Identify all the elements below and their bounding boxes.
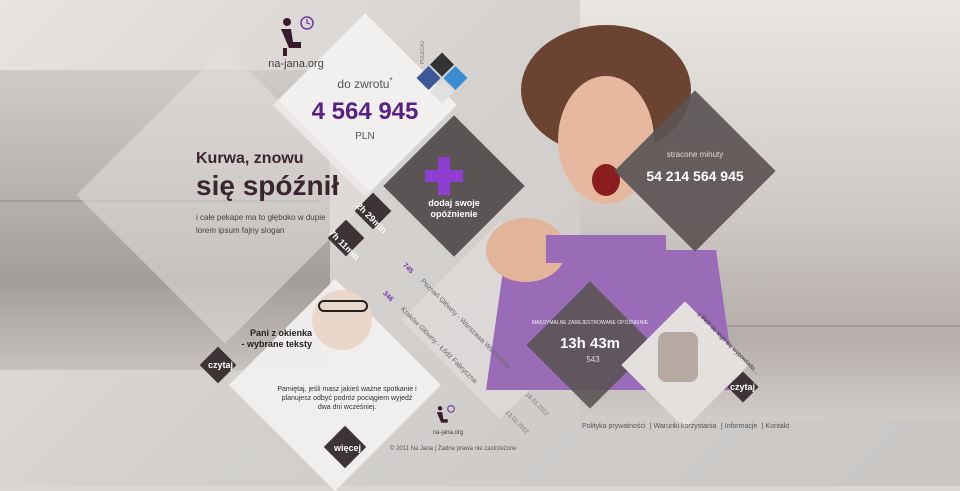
max-delay-label: MAKSYMALNE ZAREJESTROWANE OPÓŹNIENIE (531, 320, 649, 326)
mini-logo-text: na-jana.org (432, 430, 464, 436)
add-delay-line1: dodaj swoje (428, 198, 480, 208)
footer-links: Polityka prywatności | Warunki korzystan… (582, 415, 789, 433)
headline-sub1: i całe pekape ma to głęboko w dupie (196, 213, 326, 222)
headline-line1: Kurwa, znowu (196, 150, 304, 167)
add-delay-label: dodaj swoje opóźnienie (414, 198, 494, 220)
logo-text[interactable]: na-jana.org (258, 58, 334, 70)
refund-label: do zwrotu* (330, 76, 400, 91)
story-title-line2: - wybrane teksty (241, 339, 312, 349)
social-label: POLECAJ (420, 41, 426, 64)
lost-minutes-label: stracone minuty (666, 150, 724, 159)
headline-sub2: lorem ipsum fajny slogan (196, 226, 285, 235)
logo-icon[interactable] (277, 16, 315, 56)
refund-marker: * (389, 76, 393, 85)
refund-currency: PLN (355, 131, 375, 142)
refund-label-text: do zwrotu (337, 77, 390, 91)
headline-line2: się spóźnił (196, 170, 340, 201)
privacy-link[interactable]: Polityka prywatności (582, 423, 645, 430)
story-title-line1: Pani z okienka (249, 328, 312, 338)
info-link[interactable]: Informacje (725, 423, 758, 430)
copyright: © 2011 Na Jana | Żadne prawa nie zastrze… (390, 446, 517, 452)
tip-text: Pamiętaj, jeśli masz jakieś ważne spotka… (277, 386, 417, 411)
story-title[interactable]: Pani z okienka - wybrane teksty (232, 328, 312, 350)
max-delay-count: 543 (586, 355, 600, 364)
story-read-label[interactable]: czytaj (208, 360, 233, 370)
max-delay-value: 13h 43m (559, 335, 621, 352)
mini-logo-icon (434, 405, 456, 427)
terms-link[interactable]: Warunki korzystania (654, 423, 717, 430)
plus-icon (425, 157, 463, 195)
side-story-read-label[interactable]: czytaj (730, 382, 755, 392)
more-label[interactable]: więcej (334, 443, 361, 453)
contact-link[interactable]: Kontakt (766, 423, 790, 430)
add-delay-line2: opóźnienie (430, 209, 478, 219)
man-photo (658, 332, 698, 382)
glasses-icon (318, 300, 368, 312)
rail-line (710, 325, 960, 327)
lost-minutes-value: 54 214 564 945 (646, 168, 744, 184)
story-photo (312, 290, 372, 350)
refund-amount: 4 564 945 (311, 98, 419, 125)
